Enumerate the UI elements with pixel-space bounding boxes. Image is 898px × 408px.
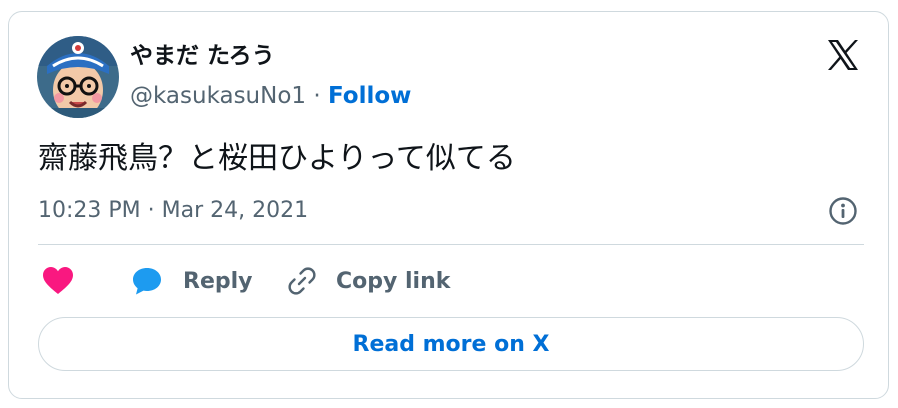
x-logo-icon[interactable] (826, 38, 860, 72)
info-icon[interactable] (828, 196, 858, 226)
tweet-timestamp[interactable]: 10:23 PM · Mar 24, 2021 (38, 196, 308, 226)
follow-button[interactable]: Follow (328, 83, 411, 109)
like-button[interactable] (42, 263, 74, 299)
author-handle-row: @kasukasuNo1 · Follow (130, 81, 411, 111)
avatar[interactable] (37, 36, 119, 118)
divider (38, 244, 864, 245)
avatar-image (37, 36, 119, 118)
reply-button[interactable]: Reply (131, 263, 253, 299)
separator-dot: · (313, 83, 321, 109)
copy-link-button[interactable]: Copy link (286, 263, 450, 299)
copy-link-label: Copy link (336, 268, 451, 294)
speech-bubble-icon (133, 268, 161, 295)
author-handle[interactable]: @kasukasuNo1 (130, 83, 306, 109)
read-more-button[interactable]: Read more on X (38, 317, 864, 371)
link-icon (288, 267, 316, 295)
heart-icon (43, 267, 73, 294)
author-display-name[interactable]: やまだ たろう (130, 42, 275, 70)
reply-label: Reply (183, 268, 253, 294)
tweet-text: 齋藤飛鳥？と桜田ひよりって似てる (38, 141, 516, 176)
